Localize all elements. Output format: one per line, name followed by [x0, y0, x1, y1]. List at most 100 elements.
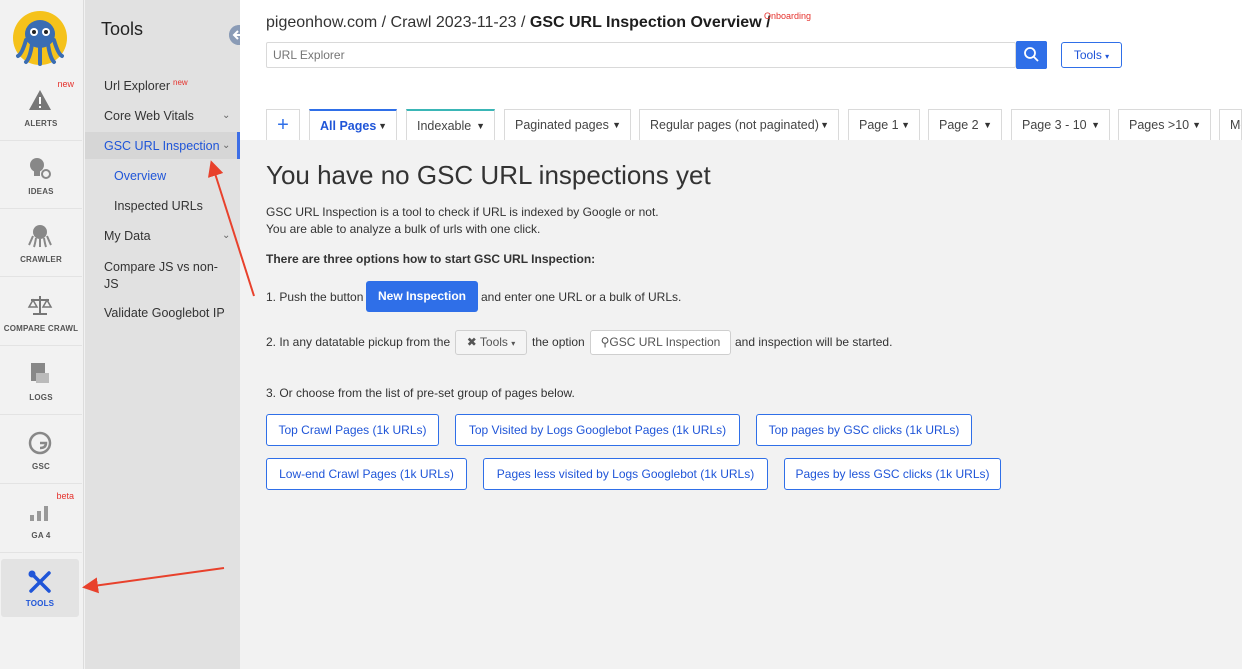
warning-icon [29, 90, 51, 110]
inline-tools-button[interactable]: ✖ Tools ▾ [455, 330, 527, 355]
caret-down-icon: ▼ [378, 121, 387, 131]
option-1-prefix: 1. Push the button [266, 290, 364, 304]
caret-down-icon: ▼ [476, 121, 485, 131]
scales-icon [27, 296, 53, 315]
caret-down-icon: ▾ [511, 339, 516, 348]
option-2-prefix: 2. In any datatable pickup from the [266, 335, 451, 349]
caret-down-icon: ▼ [820, 120, 829, 130]
rail-item-tools[interactable]: TOOLS [1, 559, 79, 617]
sidebar-item-validate-googlebot[interactable]: Validate Googlebot IP [104, 306, 225, 320]
rail-item-logs[interactable]: LOGS [0, 347, 82, 415]
sidebar-item-label: GSC URL Inspection [104, 139, 220, 153]
octopus-icon [28, 225, 52, 248]
google-icon [28, 431, 52, 455]
sidebar-item-label: Url Explorer [104, 79, 170, 94]
tab-label: All Pages [320, 119, 377, 133]
tools-dropdown-button[interactable]: Tools ▾ [1061, 42, 1122, 68]
breadcrumb-current: GSC URL Inspection Overview / [529, 14, 771, 31]
sidebar-item-compare-js[interactable]: Compare JS vs non-JS [104, 259, 226, 293]
option-2-middle: the option [532, 335, 585, 349]
tab-more[interactable]: Mo [1219, 109, 1242, 140]
octopus-logo-icon[interactable] [12, 10, 68, 66]
breadcrumb: pigeonhow.com / Crawl 2023-11-23 / GSC U… [266, 14, 771, 32]
preset-less-gsc-clicks-button[interactable]: Pages by less GSC clicks (1k URLs) [784, 458, 1001, 490]
tab-regular-pages[interactable]: Regular pages (not paginated) ▼ [639, 109, 839, 140]
onboarding-link[interactable]: Onboarding [764, 11, 811, 21]
tab-label: Regular pages (not paginated) [650, 118, 819, 132]
sidebar-item-url-explorer[interactable]: Url Explorer new [104, 78, 188, 93]
sidebar-item-my-data[interactable]: My Data ⌄ [104, 229, 230, 243]
page-heading: You have no GSC URL inspections yet [266, 160, 711, 190]
tab-page-2[interactable]: Page 2 ▼ [928, 109, 1002, 140]
options-title: There are three options how to start GSC… [266, 252, 596, 266]
rail-label: ALERTS [24, 119, 58, 128]
wrench-screwdriver-icon [28, 570, 51, 593]
tab-all-pages[interactable]: All Pages ▼ [309, 109, 397, 140]
caret-down-icon: ▼ [1091, 120, 1100, 130]
preset-top-crawl-button[interactable]: Top Crawl Pages (1k URLs) [266, 414, 439, 446]
rail-item-ga4[interactable]: beta GA 4 [0, 485, 82, 553]
beta-badge: beta [56, 491, 74, 501]
preset-top-gsc-clicks-button[interactable]: Top pages by GSC clicks (1k URLs) [756, 414, 972, 446]
sidebar-item-label: My Data [104, 229, 151, 243]
chevron-down-icon: ⌄ [222, 230, 231, 241]
rail-label: TOOLS [25, 599, 55, 608]
new-badge: new [57, 79, 74, 89]
option-1-suffix: and enter one URL or a bulk of URLs. [481, 290, 682, 304]
breadcrumb-domain[interactable]: pigeonhow.com / [266, 14, 386, 31]
intro-text-2: You are able to analyze a bulk of urls w… [266, 222, 541, 236]
preset-low-end-crawl-button[interactable]: Low-end Crawl Pages (1k URLs) [266, 458, 467, 490]
preset-less-visited-logs-button[interactable]: Pages less visited by Logs Googlebot (1k… [483, 458, 768, 490]
rail-label: CRAWLER [20, 255, 62, 264]
rail-label: IDEAS [28, 187, 54, 196]
tab-label: Page 2 [939, 118, 979, 132]
rail-label: GA 4 [31, 531, 51, 540]
sidebar-item-label: Compare JS vs non-JS [104, 260, 218, 291]
tab-page-1[interactable]: Page 1 ▼ [848, 109, 920, 140]
rail-item-crawler[interactable]: CRAWLER [0, 209, 82, 277]
tab-label: Page 1 [859, 118, 899, 132]
new-badge: new [173, 78, 188, 87]
inline-gsc-inspection-button[interactable]: ⚲GSC URL Inspection [590, 330, 731, 355]
tab-indexable[interactable]: Indexable ▼ [406, 109, 495, 140]
caret-down-icon: ▼ [612, 120, 621, 130]
tab-paginated-pages[interactable]: Paginated pages ▼ [504, 109, 631, 140]
sidebar-subitem-inspected-urls[interactable]: Inspected URLs [114, 199, 203, 213]
rail-item-gsc[interactable]: GSC [0, 416, 82, 484]
tab-page-3-10[interactable]: Page 3 - 10 ▼ [1011, 109, 1110, 140]
chevron-down-icon: ⌄ [222, 140, 231, 151]
tab-label: Page 3 - 10 [1022, 118, 1087, 132]
icon-rail: new ALERTS IDEAS CRAWLER COMPARE CRAWL L… [0, 0, 84, 669]
tab-label: Paginated pages [515, 118, 609, 132]
chevron-down-icon: ⌄ [222, 110, 231, 121]
url-explorer-search-input[interactable] [266, 42, 1016, 68]
intro-text-1: GSC URL Inspection is a tool to check if… [266, 205, 659, 219]
sidebar-item-core-web-vitals[interactable]: Core Web Vitals ⌄ [104, 109, 230, 123]
add-tab-button[interactable]: + [266, 109, 300, 140]
tools-sidebar: Tools [85, 0, 240, 669]
sidebar-title: Tools [101, 19, 144, 39]
inline-gsc-label: GSC URL Inspection [609, 335, 721, 349]
option-3-text: 3. Or choose from the list of pre-set gr… [266, 386, 575, 400]
tools-label: Tools [1073, 48, 1102, 62]
tools-icon: ✖ [466, 335, 477, 349]
sidebar-item-gsc-url-inspection[interactable]: GSC URL Inspection ⌄ [104, 139, 230, 153]
search-button[interactable] [1016, 41, 1047, 69]
rail-item-compare-crawl[interactable]: COMPARE CRAWL [0, 278, 82, 346]
tab-pages-over-10[interactable]: Pages >10 ▼ [1118, 109, 1211, 140]
option-2-suffix: and inspection will be started. [735, 335, 893, 349]
sidebar-subitem-overview[interactable]: Overview [114, 169, 166, 183]
rail-label: LOGS [29, 393, 53, 402]
tab-label: Pages >10 [1129, 118, 1190, 132]
breadcrumb-crawl[interactable]: Crawl 2023-11-23 / [391, 14, 526, 31]
caret-down-icon: ▼ [901, 120, 910, 130]
rail-item-alerts[interactable]: new ALERTS [0, 73, 82, 141]
caret-down-icon: ▼ [983, 120, 992, 130]
preset-top-visited-logs-button[interactable]: Top Visited by Logs Googlebot Pages (1k … [455, 414, 740, 446]
rail-label: GSC [32, 462, 50, 471]
sidebar-item-label: Inspected URLs [114, 199, 203, 213]
lightbulb-gear-icon [30, 158, 51, 179]
new-inspection-button[interactable]: New Inspection [366, 281, 478, 312]
rail-item-ideas[interactable]: IDEAS [0, 141, 82, 209]
caret-down-icon: ▼ [1192, 120, 1201, 130]
